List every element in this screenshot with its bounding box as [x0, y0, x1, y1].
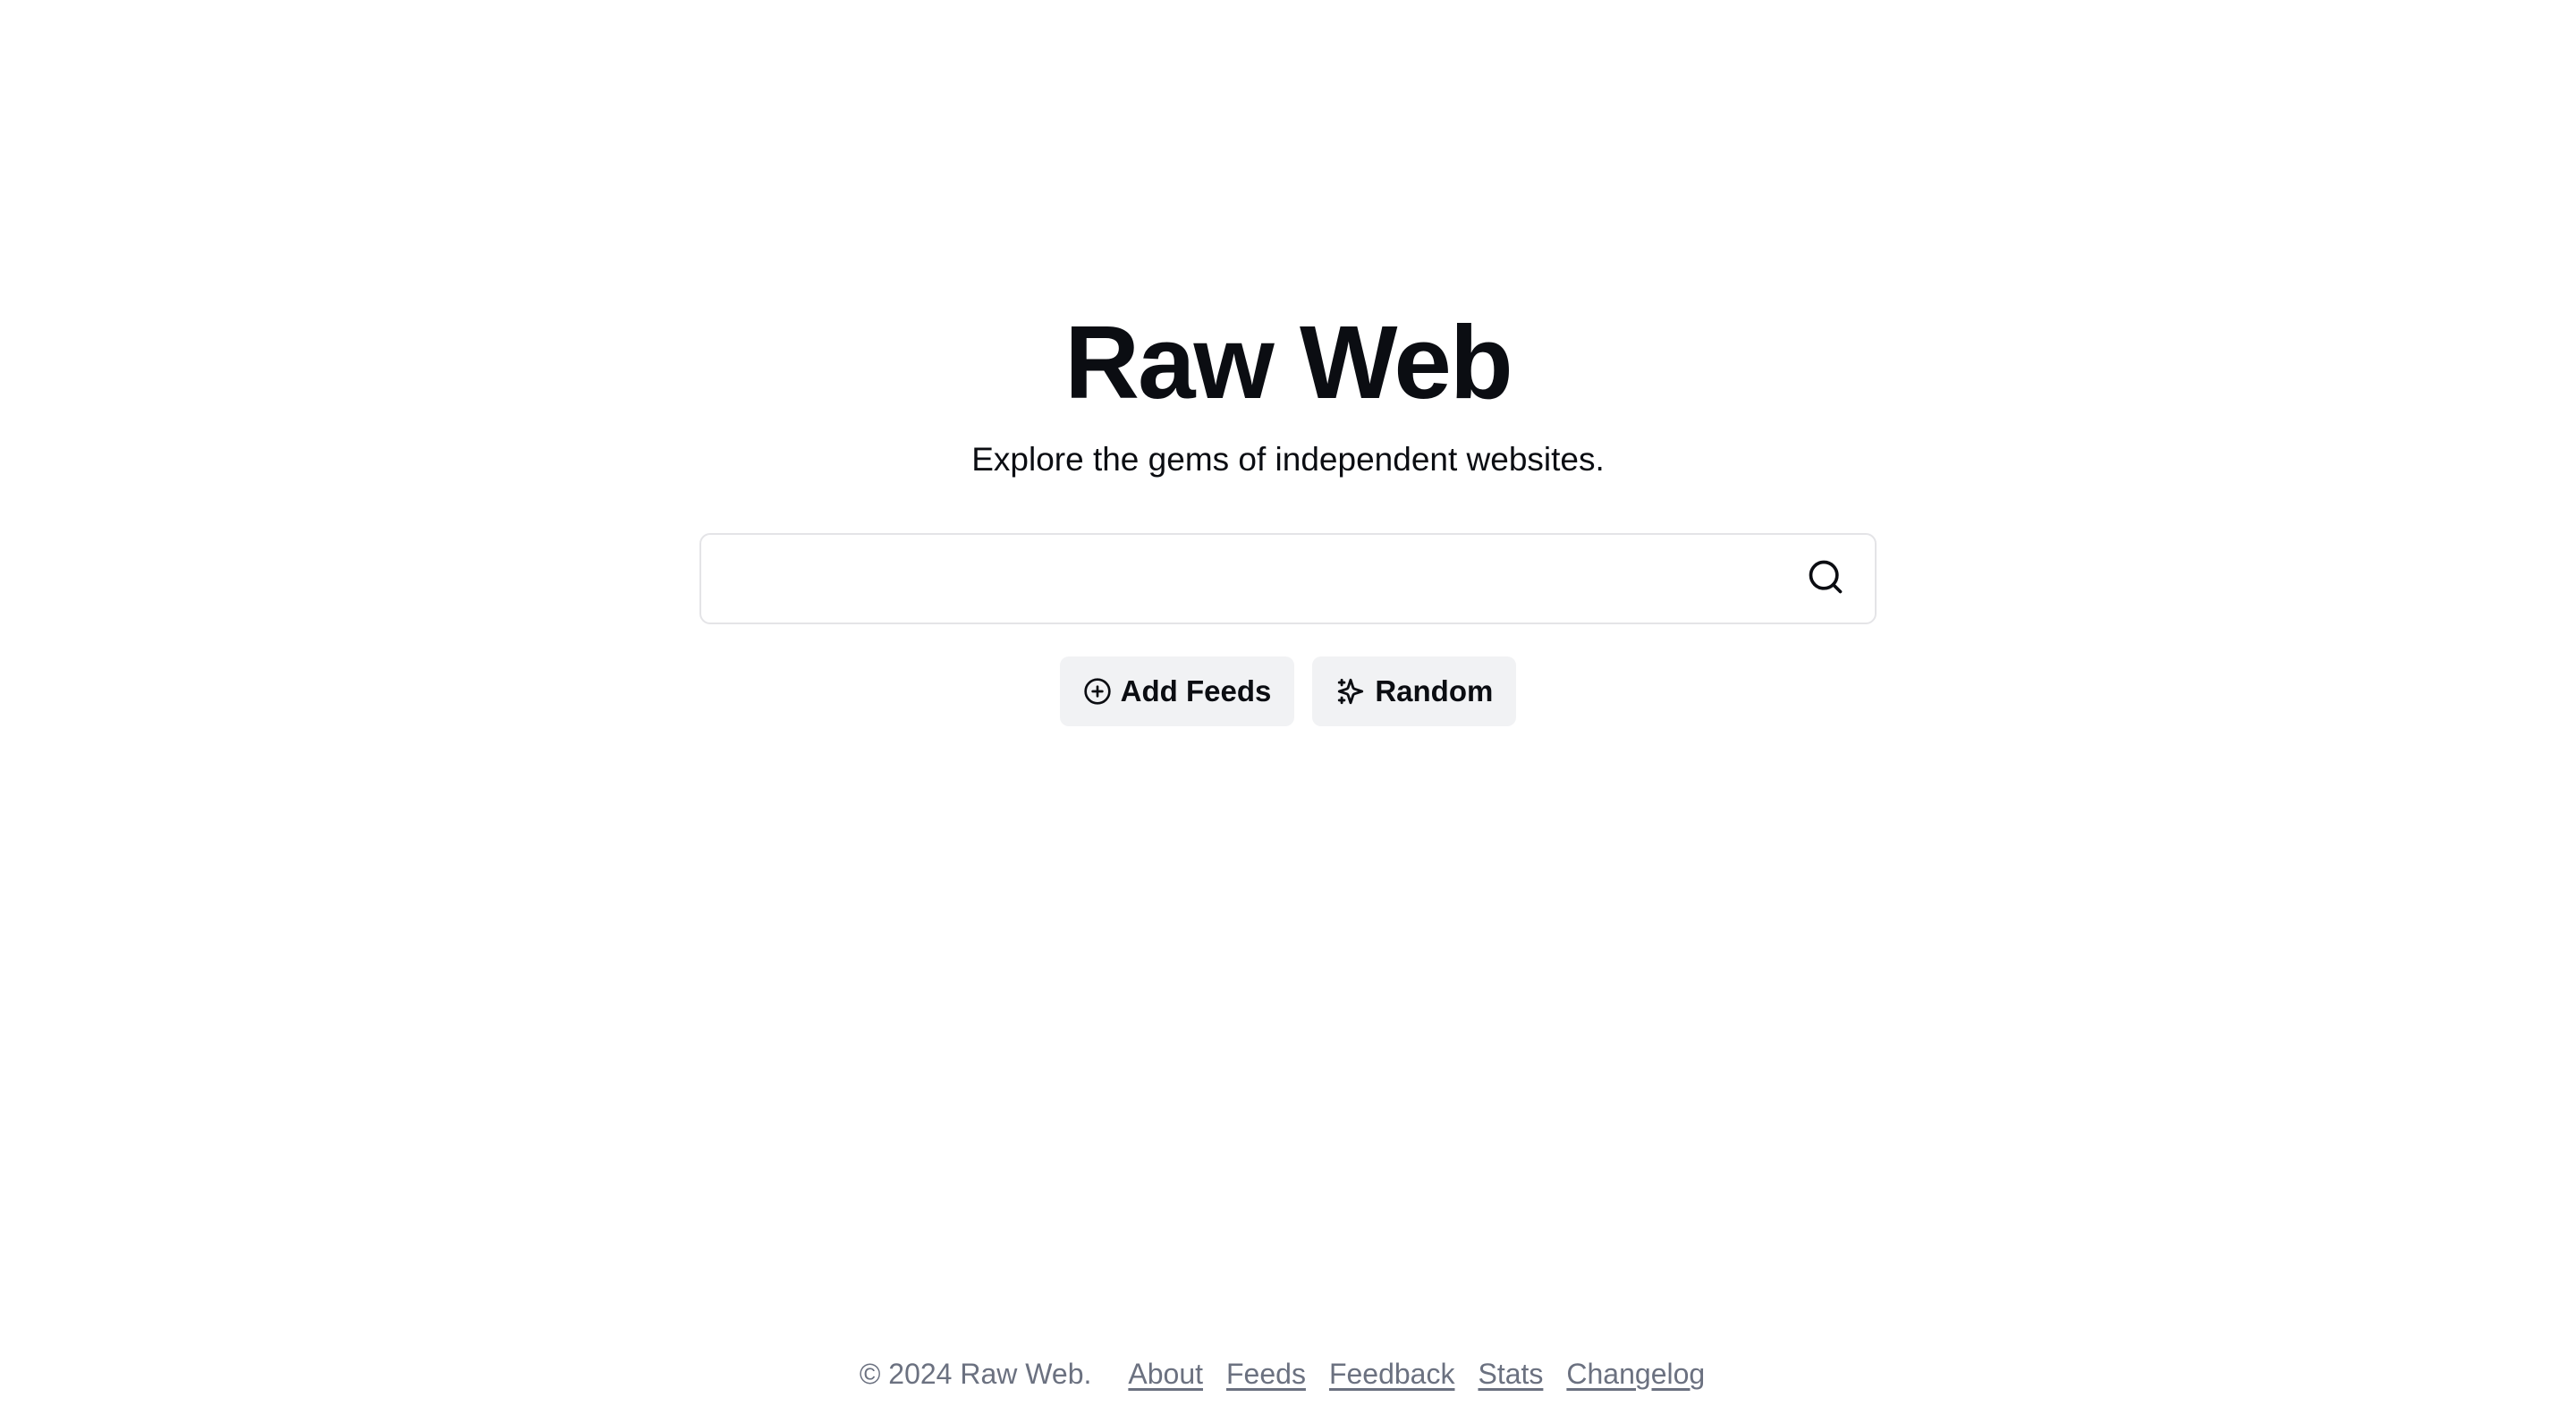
- footer-link-changelog[interactable]: Changelog: [1566, 1358, 1705, 1391]
- page: Raw Web Explore the gems of independent …: [0, 0, 2576, 1406]
- footer-link-feedback[interactable]: Feedback: [1329, 1358, 1455, 1391]
- copyright-text: © 2024 Raw Web.: [859, 1358, 1092, 1390]
- search-box: [699, 533, 1877, 624]
- page-title: Raw Web: [1064, 304, 1513, 420]
- footer-link-stats[interactable]: Stats: [1478, 1358, 1543, 1391]
- footer-link-about[interactable]: About: [1128, 1358, 1203, 1391]
- search-icon: [1806, 557, 1845, 601]
- add-feeds-label: Add Feeds: [1120, 674, 1272, 707]
- random-label: Random: [1375, 674, 1494, 707]
- random-button[interactable]: Random: [1312, 656, 1517, 726]
- hero: Raw Web Explore the gems of independent …: [0, 0, 2576, 726]
- search-button[interactable]: [1785, 538, 1866, 619]
- footer: © 2024 Raw Web. About Feeds Feedback Sta…: [0, 1358, 2576, 1391]
- action-buttons: Add Feeds Random: [1059, 656, 1517, 726]
- footer-link-feeds[interactable]: Feeds: [1226, 1358, 1306, 1391]
- search-input[interactable]: [701, 535, 1785, 623]
- plus-circle-icon: [1083, 677, 1112, 706]
- page-subtitle: Explore the gems of independent websites…: [971, 441, 1605, 478]
- add-feeds-button[interactable]: Add Feeds: [1059, 656, 1295, 726]
- sparkles-icon: [1335, 676, 1366, 707]
